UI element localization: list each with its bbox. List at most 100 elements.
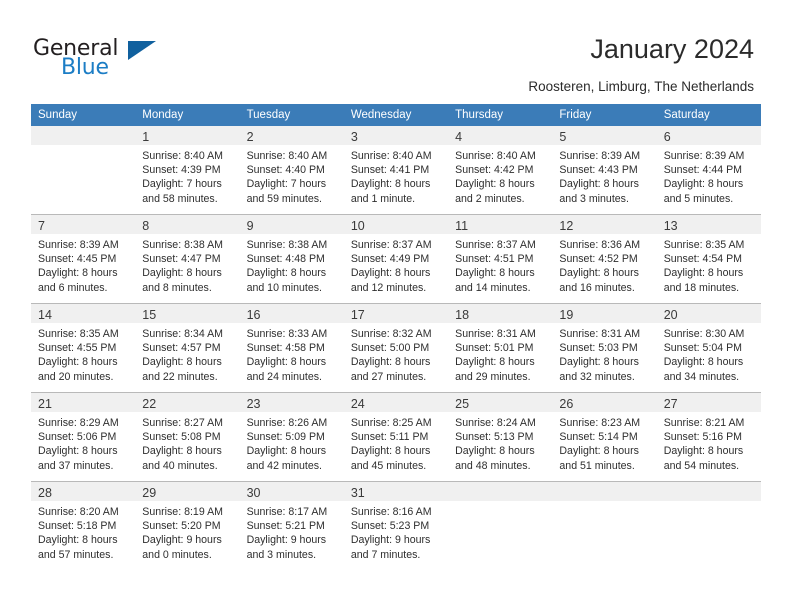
sunrise-text: Sunrise: 8:35 AM <box>663 239 745 251</box>
day-sun-info: Sunrise: 8:36 AM Sunset: 4:52 PM Daylight:… <box>552 234 656 295</box>
calendar-day-cell[interactable] <box>448 481 553 570</box>
daylight-text-line2: and 10 minutes. <box>246 281 322 294</box>
day-sun-info: Sunrise: 8:26 AM Sunset: 5:09 PM Daylight:… <box>240 412 344 473</box>
day-number: 4 <box>455 130 463 144</box>
sunrise-text: Sunrise: 8:26 AM <box>246 417 328 429</box>
day-sun-info: Sunrise: 8:25 AM Sunset: 5:11 PM Daylight:… <box>344 412 448 473</box>
daylight-text-line2: and 42 minutes. <box>246 459 322 472</box>
sunset-text: Sunset: 4:48 PM <box>246 253 325 266</box>
calendar-day-cell[interactable]: 20 Sunrise: 8:30 AM Sunset: 5:04 PM Dayligh… <box>656 303 761 393</box>
calendar-day-cell[interactable]: 28 Sunrise: 8:20 AM Sunset: 5:18 PM Dayligh… <box>31 481 136 570</box>
calendar-day-cell[interactable]: 18 Sunrise: 8:31 AM Sunset: 5:01 PM Dayligh… <box>448 303 553 393</box>
calendar-day-cell[interactable]: 4 Sunrise: 8:40 AM Sunset: 4:42 PM Daylight… <box>448 126 553 215</box>
day-sun-info: Sunrise: 8:40 AM Sunset: 4:39 PM Daylight:… <box>135 145 239 206</box>
day-number-band: 17 <box>343 304 449 323</box>
calendar-day-cell[interactable]: 30 Sunrise: 8:17 AM Sunset: 5:21 PM Dayligh… <box>239 481 344 570</box>
day-number: 6 <box>663 130 671 144</box>
calendar-day-cell[interactable]: 6 Sunrise: 8:39 AM Sunset: 4:44 PM Daylight… <box>656 126 761 215</box>
page-title: January 2024 <box>590 34 754 64</box>
calendar-day-cell[interactable]: 26 Sunrise: 8:23 AM Sunset: 5:14 PM Dayligh… <box>552 392 657 482</box>
calendar-day-cell[interactable] <box>31 126 136 215</box>
calendar-day-cell[interactable] <box>552 481 657 570</box>
weekday-header-saturday: Saturday <box>656 104 761 126</box>
day-sun-info: Sunrise: 8:37 AM Sunset: 4:49 PM Daylight:… <box>344 234 448 295</box>
day-sun-info: Sunrise: 8:38 AM Sunset: 4:47 PM Daylight:… <box>135 234 239 295</box>
calendar-day-cell[interactable]: 8 Sunrise: 8:38 AM Sunset: 4:47 PM Daylight… <box>135 214 240 304</box>
daylight-text-line2: and 58 minutes. <box>142 192 218 205</box>
calendar-day-cell[interactable]: 1 Sunrise: 8:40 AM Sunset: 4:39 PM Daylight… <box>135 126 240 215</box>
calendar-day-cell[interactable]: 23 Sunrise: 8:26 AM Sunset: 5:09 PM Dayligh… <box>239 392 344 482</box>
calendar-day-cell[interactable]: 19 Sunrise: 8:31 AM Sunset: 5:03 PM Dayligh… <box>552 303 657 393</box>
calendar-day-cell[interactable]: 2 Sunrise: 8:40 AM Sunset: 4:40 PM Daylight… <box>239 126 344 215</box>
calendar-day-cell[interactable]: 11 Sunrise: 8:37 AM Sunset: 4:51 PM Dayligh… <box>448 214 553 304</box>
daylight-text-line2: and 2 minutes. <box>455 192 525 205</box>
weekday-header-thursday: Thursday <box>448 104 553 126</box>
calendar-day-cell[interactable]: 3 Sunrise: 8:40 AM Sunset: 4:41 PM Daylight… <box>343 126 449 215</box>
day-sun-info: Sunrise: 8:30 AM Sunset: 5:04 PM Daylight:… <box>657 323 761 384</box>
sunrise-text: Sunrise: 8:35 AM <box>38 328 119 340</box>
day-number: 2 <box>246 130 254 144</box>
sunrise-text: Sunrise: 8:30 AM <box>663 328 745 340</box>
calendar-day-cell[interactable]: 5 Sunrise: 8:39 AM Sunset: 4:43 PM Daylight… <box>552 126 657 215</box>
day-number-band: 26 <box>552 393 657 412</box>
daylight-text-line2: and 12 minutes. <box>350 281 427 294</box>
sunrise-text: Sunrise: 8:31 AM <box>455 328 536 340</box>
calendar-day-cell[interactable]: 15 Sunrise: 8:34 AM Sunset: 4:57 PM Dayligh… <box>135 303 240 393</box>
day-cell-content: 2 Sunrise: 8:40 AM Sunset: 4:40 PM Daylight… <box>239 126 344 214</box>
calendar-day-cell[interactable]: 14 Sunrise: 8:35 AM Sunset: 4:55 PM Dayligh… <box>31 303 136 393</box>
sunrise-text: Sunrise: 8:24 AM <box>455 417 536 429</box>
calendar-day-cell[interactable]: 16 Sunrise: 8:33 AM Sunset: 4:58 PM Dayligh… <box>239 303 344 393</box>
day-cell-content <box>448 482 553 570</box>
day-number-band: 18 <box>448 304 553 323</box>
sunrise-text: Sunrise: 8:34 AM <box>142 328 223 340</box>
day-cell-content: 4 Sunrise: 8:40 AM Sunset: 4:42 PM Daylight… <box>448 126 553 214</box>
day-number: 12 <box>559 219 574 233</box>
day-number: 28 <box>38 486 52 500</box>
sunrise-sunset-calendar: Sunday Monday Tuesday Wednesday Thursday… <box>31 104 761 570</box>
calendar-day-cell[interactable]: 29 Sunrise: 8:19 AM Sunset: 5:20 PM Dayligh… <box>135 481 240 570</box>
calendar-day-cell[interactable]: 21 Sunrise: 8:29 AM Sunset: 5:06 PM Dayligh… <box>31 392 136 482</box>
calendar-day-cell[interactable]: 25 Sunrise: 8:24 AM Sunset: 5:13 PM Dayligh… <box>448 392 553 482</box>
sunset-text: Sunset: 5:18 PM <box>38 520 117 533</box>
calendar-day-cell[interactable]: 12 Sunrise: 8:36 AM Sunset: 4:52 PM Dayligh… <box>552 214 657 304</box>
daylight-text-line2: and 20 minutes. <box>38 370 114 383</box>
day-cell-content: 29 Sunrise: 8:19 AM Sunset: 5:20 PM Dayligh… <box>135 482 240 570</box>
day-number-band: 27 <box>656 393 761 412</box>
day-sun-info: Sunrise: 8:16 AM Sunset: 5:23 PM Daylight:… <box>344 501 448 562</box>
calendar-day-cell[interactable] <box>656 481 761 570</box>
sunset-text: Sunset: 5:14 PM <box>559 431 638 444</box>
calendar-day-cell[interactable]: 27 Sunrise: 8:21 AM Sunset: 5:16 PM Dayligh… <box>656 392 761 482</box>
logo-triangle-icon <box>128 41 156 60</box>
calendar-day-cell[interactable]: 17 Sunrise: 8:32 AM Sunset: 5:00 PM Dayligh… <box>343 303 449 393</box>
calendar-day-cell[interactable]: 24 Sunrise: 8:25 AM Sunset: 5:11 PM Dayligh… <box>343 392 449 482</box>
calendar-day-cell[interactable]: 10 Sunrise: 8:37 AM Sunset: 4:49 PM Dayligh… <box>343 214 449 304</box>
calendar-day-cell[interactable]: 22 Sunrise: 8:27 AM Sunset: 5:08 PM Dayligh… <box>135 392 240 482</box>
day-number-band: 21 <box>31 393 136 412</box>
day-number-band <box>552 482 657 501</box>
day-number-band: 30 <box>239 482 344 501</box>
calendar-day-cell[interactable]: 7 Sunrise: 8:39 AM Sunset: 4:45 PM Daylight… <box>31 214 136 304</box>
day-number: 20 <box>663 308 678 322</box>
day-number: 24 <box>350 397 365 411</box>
sunrise-text: Sunrise: 8:39 AM <box>663 150 745 162</box>
day-sun-info: Sunrise: 8:40 AM Sunset: 4:41 PM Daylight:… <box>344 145 448 206</box>
calendar-day-cell[interactable]: 31 Sunrise: 8:16 AM Sunset: 5:23 PM Dayligh… <box>343 481 449 570</box>
general-blue-logo[interactable]: General Blue <box>33 36 173 82</box>
day-number: 3 <box>350 130 358 144</box>
daylight-text-line2: and 37 minutes. <box>38 459 114 472</box>
day-number: 10 <box>350 219 365 233</box>
calendar-day-cell[interactable]: 13 Sunrise: 8:35 AM Sunset: 4:54 PM Dayligh… <box>656 214 761 304</box>
daylight-text-line2: and 51 minutes. <box>559 459 635 472</box>
day-sun-info: Sunrise: 8:39 AM Sunset: 4:43 PM Daylight:… <box>552 145 656 206</box>
daylight-text-line1: Daylight: 9 hours <box>246 534 327 547</box>
day-cell-content: 20 Sunrise: 8:30 AM Sunset: 5:04 PM Dayligh… <box>656 304 761 392</box>
day-number-band: 11 <box>448 215 553 234</box>
daylight-text-line2: and 48 minutes. <box>455 459 531 472</box>
day-cell-content: 22 Sunrise: 8:27 AM Sunset: 5:08 PM Dayligh… <box>135 393 240 481</box>
calendar-week-row: 7 Sunrise: 8:39 AM Sunset: 4:45 PM Daylight… <box>31 214 761 304</box>
calendar-day-cell[interactable]: 9 Sunrise: 8:38 AM Sunset: 4:48 PM Daylight… <box>239 214 344 304</box>
day-sun-info: Sunrise: 8:23 AM Sunset: 5:14 PM Daylight:… <box>552 412 656 473</box>
sunset-text: Sunset: 4:47 PM <box>142 253 221 266</box>
sunrise-text: Sunrise: 8:39 AM <box>38 239 119 251</box>
day-number: 14 <box>38 308 52 322</box>
